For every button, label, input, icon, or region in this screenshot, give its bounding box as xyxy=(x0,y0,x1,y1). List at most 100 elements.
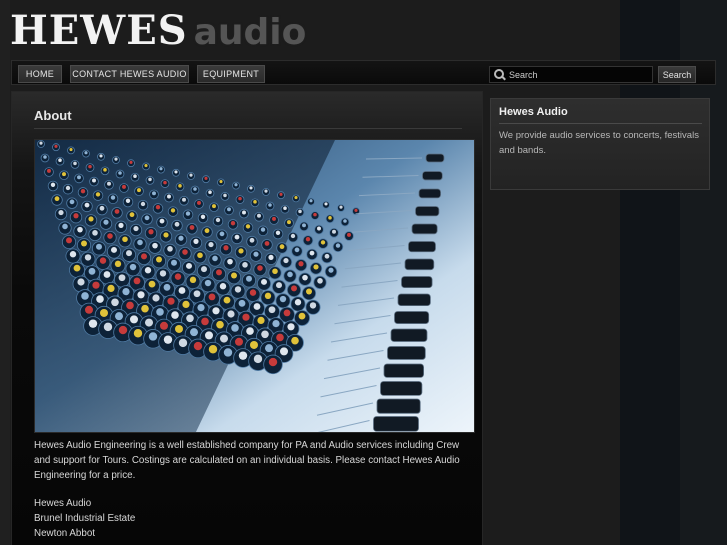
console-knob-cap xyxy=(77,175,81,180)
nav-item-equipment[interactable]: EQUIPMENT xyxy=(197,65,265,83)
console-knob-cap xyxy=(249,237,255,243)
console-knob-cap xyxy=(231,272,237,279)
console-knob-cap xyxy=(118,222,124,228)
console-knob-cap xyxy=(39,141,43,145)
console-knob-cap xyxy=(171,259,177,266)
search-input[interactable] xyxy=(509,69,649,80)
console-fader xyxy=(394,311,430,324)
console-knob-cap xyxy=(272,216,276,221)
console-knob-cap xyxy=(197,200,201,205)
console-knob-cap xyxy=(110,195,116,200)
console-fader xyxy=(411,223,438,235)
console-knob-cap xyxy=(103,168,107,172)
console-fader xyxy=(373,416,419,432)
console-knob-cap xyxy=(193,238,199,244)
console-knob-cap xyxy=(114,312,124,321)
console-knob-cap xyxy=(171,311,179,319)
console-knob-cap xyxy=(193,341,203,351)
console-knob-cap xyxy=(249,289,257,296)
console-knob-cap xyxy=(272,320,280,328)
console-knob-cap xyxy=(178,184,182,188)
console-knob-cap xyxy=(95,192,101,197)
console-knob-cap xyxy=(133,329,143,338)
console-knob-cap xyxy=(73,213,79,219)
console-knob-cap xyxy=(96,243,102,250)
console-knob-cap xyxy=(302,274,308,281)
console-knob-cap xyxy=(287,271,293,278)
console-knob-cap xyxy=(332,229,336,234)
console-knob-cap xyxy=(242,210,246,215)
console-knob-cap xyxy=(73,264,81,272)
console-knob-cap xyxy=(208,190,212,194)
mixing-console-illustration xyxy=(35,140,474,432)
console-knob-cap xyxy=(201,317,209,326)
console-knob-cap xyxy=(242,313,250,321)
console-knob-cap xyxy=(163,335,173,344)
console-knob-cap xyxy=(279,192,283,196)
console-knob-cap xyxy=(268,306,276,314)
console-knob-cap xyxy=(204,279,212,287)
console-knob-cap xyxy=(197,304,205,312)
console-knob-cap xyxy=(137,188,141,193)
console-knob-cap xyxy=(144,215,150,221)
console-knob-cap xyxy=(148,177,152,182)
console-knob-cap xyxy=(99,308,109,317)
console-knob-cap xyxy=(230,221,236,226)
console-knob-cap xyxy=(317,278,323,284)
console-knob-cap xyxy=(261,330,269,339)
console-knob-cap xyxy=(99,205,105,211)
console-knob-cap xyxy=(328,216,332,220)
console-knob-cap xyxy=(54,144,58,148)
console-knob-cap xyxy=(212,204,216,209)
console-knob-cap xyxy=(302,223,306,228)
site-logo[interactable]: HEWES audio xyxy=(10,8,306,56)
console-knob-cap xyxy=(283,257,289,264)
console-knob-cap xyxy=(152,242,158,249)
nav-item-contact[interactable]: CONTACT HEWES AUDIO xyxy=(70,65,189,83)
console-knob-cap xyxy=(111,246,117,253)
console-knob-cap xyxy=(114,157,118,161)
console-knob-cap xyxy=(144,163,148,168)
address-line: Brunel Industrial Estate xyxy=(34,513,136,524)
console-knob-cap xyxy=(212,307,220,315)
console-knob-cap xyxy=(268,254,274,260)
console-knob-cap xyxy=(264,241,270,246)
console-knob-cap xyxy=(167,246,173,252)
console-knob-cap xyxy=(257,316,265,324)
console-knob-cap xyxy=(272,268,278,275)
console-knob-cap xyxy=(122,236,128,243)
console-knob-cap xyxy=(84,305,94,314)
console-knob-cap xyxy=(324,202,328,206)
console-knob-cap xyxy=(50,182,56,187)
console-knob-cap xyxy=(294,195,298,200)
sidebar-divider xyxy=(499,123,702,124)
console-knob-cap xyxy=(324,253,330,259)
nav-item-home[interactable]: HOME xyxy=(18,65,62,83)
console-knob-cap xyxy=(268,203,272,207)
console-fader xyxy=(404,258,435,271)
console-knob-cap xyxy=(126,250,132,257)
console-knob-cap xyxy=(96,295,104,303)
title-divider xyxy=(34,128,462,129)
console-knob-cap xyxy=(129,160,133,164)
console-knob-cap xyxy=(163,232,169,238)
console-knob-cap xyxy=(118,171,122,175)
search-button[interactable]: Search xyxy=(658,66,696,83)
console-knob-cap xyxy=(103,322,113,332)
console-knob-cap xyxy=(178,338,188,348)
console-knob-cap xyxy=(141,304,149,313)
console-knob-cap xyxy=(62,223,68,230)
address-line: Hewes Audio xyxy=(34,498,92,509)
console-knob-cap xyxy=(62,172,66,177)
console-knob-cap xyxy=(137,239,143,246)
console-knob-cap xyxy=(174,170,178,174)
console-knob-cap xyxy=(208,345,218,354)
console-knob-cap xyxy=(249,340,259,349)
sidebar-widget: Hewes Audio We provide audio services to… xyxy=(490,98,710,190)
console-knob-cap xyxy=(129,212,135,218)
console-knob-cap xyxy=(253,251,259,257)
console-knob-cap xyxy=(140,201,146,207)
console-knob-cap xyxy=(114,209,120,214)
console-knob-cap xyxy=(84,254,92,261)
console-knob-cap xyxy=(246,327,254,335)
